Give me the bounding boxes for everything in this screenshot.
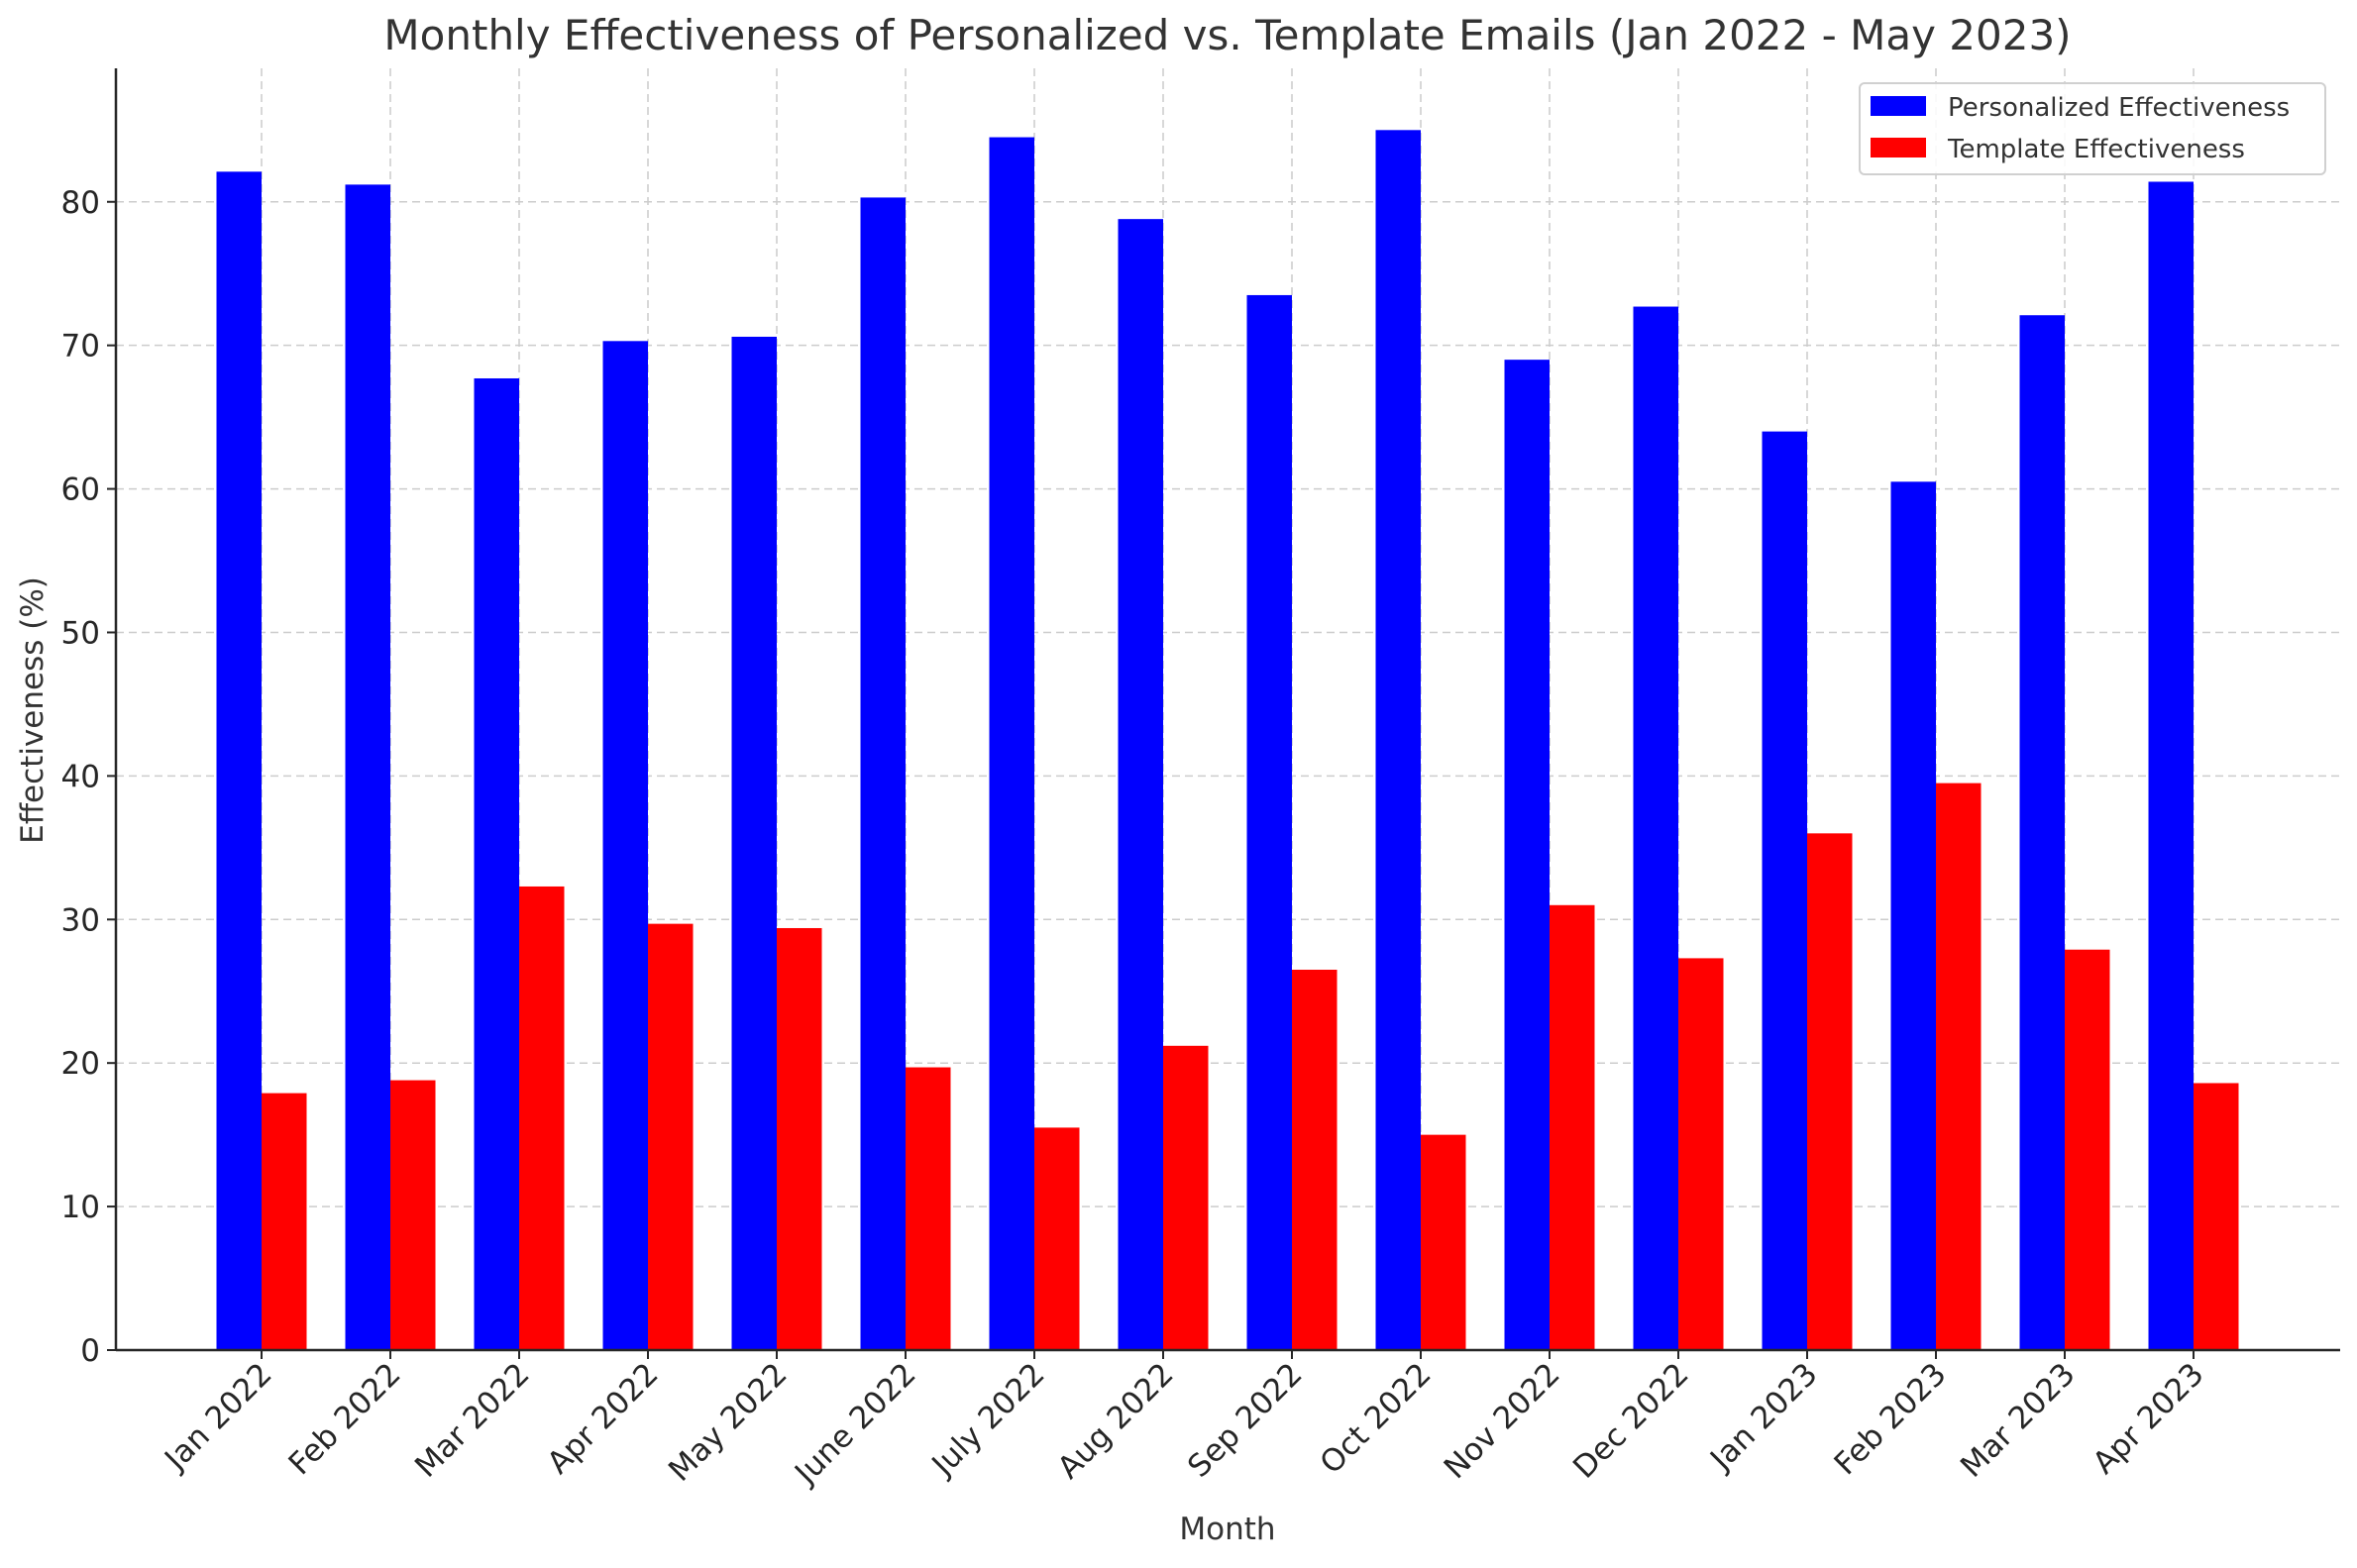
bar-personalized — [989, 137, 1034, 1350]
chart-container: Monthly Effectiveness of Personalized vs… — [0, 0, 2357, 1564]
bar-template — [2194, 1083, 2239, 1350]
bar-personalized — [2148, 181, 2194, 1350]
legend-swatch-template — [1871, 138, 1926, 157]
x-tick-label: Dec 2022 — [1566, 1356, 1696, 1486]
bar-personalized — [216, 171, 262, 1351]
bar-personalized — [1504, 360, 1550, 1351]
y-tick-label: 40 — [61, 759, 100, 794]
x-axis-label: Month — [1179, 1512, 1275, 1547]
grid-layer — [116, 68, 2340, 1351]
bar-personalized — [1246, 294, 1292, 1351]
x-tick-labels: Jan 2022 Feb 2022 Mar 2022 Apr 2022May 2022… — [157, 1356, 2210, 1492]
legend-label-personalized: Personalized Effectiveness — [1948, 93, 2290, 123]
y-tick-labels: 0 10 20 30 40 50 60 70 80 — [61, 185, 100, 1369]
x-tick-label: Oct 2022 — [1314, 1356, 1439, 1481]
bar-personalized — [1633, 306, 1678, 1350]
bar-template — [390, 1080, 436, 1350]
y-tick-label: 30 — [61, 902, 100, 938]
x-tick-label: Jan 2023 — [1702, 1356, 1824, 1478]
bar-template — [1678, 958, 1724, 1350]
x-tick-label: Apr 2023 — [2087, 1356, 2211, 1481]
x-tick-label: Sep 2022 — [1181, 1356, 1310, 1485]
y-tick-label: 80 — [61, 185, 100, 221]
bar-template — [1936, 783, 1982, 1350]
x-tick-label: Mar 2022 — [408, 1356, 537, 1485]
bar-personalized — [602, 341, 648, 1350]
y-tick-label: 20 — [61, 1046, 100, 1082]
x-tick-label: Feb 2022 — [282, 1356, 408, 1482]
bar-template — [2065, 949, 2110, 1350]
y-tick-label: 70 — [61, 329, 100, 365]
bar-template — [906, 1067, 951, 1350]
x-tick-label: Jan 2022 — [157, 1356, 278, 1478]
y-tick-label: 50 — [61, 615, 100, 651]
bar-template — [1292, 970, 1338, 1350]
x-tick-label: Nov 2022 — [1438, 1356, 1567, 1486]
bar-chart: Monthly Effectiveness of Personalized vs… — [15, 11, 2340, 1547]
bar-template — [1807, 833, 1853, 1350]
bar-personalized — [1375, 130, 1421, 1350]
bar-personalized — [345, 184, 390, 1350]
bar-personalized — [1762, 431, 1807, 1350]
bar-personalized — [1890, 481, 1936, 1350]
y-axis-label: Effectiveness (%) — [15, 576, 51, 844]
bar-template — [1034, 1127, 1080, 1350]
bar-template — [1550, 904, 1595, 1350]
legend-label-template: Template Effectiveness — [1947, 135, 2245, 164]
x-tick-label: May 2022 — [662, 1356, 795, 1489]
x-tick-label: Apr 2022 — [541, 1356, 666, 1481]
bar-template — [1163, 1045, 1209, 1350]
bar-personalized — [731, 336, 777, 1350]
y-tick-label: 60 — [61, 472, 100, 508]
bar-personalized — [860, 197, 906, 1351]
bar-template — [1421, 1134, 1466, 1350]
bar-template — [519, 886, 565, 1350]
bar-template — [648, 923, 694, 1350]
bar-template — [777, 927, 822, 1350]
x-tick-label: July 2022 — [924, 1356, 1052, 1484]
axes-layer — [107, 68, 2340, 1359]
bar-personalized — [1118, 219, 1163, 1351]
legend: Personalized Effectiveness Template Effe… — [1859, 82, 2326, 175]
legend-swatch-personalized — [1871, 96, 1926, 116]
bar-template — [262, 1093, 307, 1350]
x-tick-label: June 2022 — [787, 1356, 922, 1492]
x-tick-label: Feb 2023 — [1828, 1356, 1954, 1482]
y-tick-label: 10 — [61, 1190, 100, 1225]
bar-personalized — [474, 377, 519, 1351]
x-tick-label: Aug 2022 — [1051, 1356, 1181, 1486]
bar-personalized — [2019, 315, 2065, 1350]
y-tick-label: 0 — [80, 1333, 100, 1369]
x-tick-label: Mar 2023 — [1954, 1356, 2083, 1485]
chart-title: Monthly Effectiveness of Personalized vs… — [383, 11, 2071, 59]
